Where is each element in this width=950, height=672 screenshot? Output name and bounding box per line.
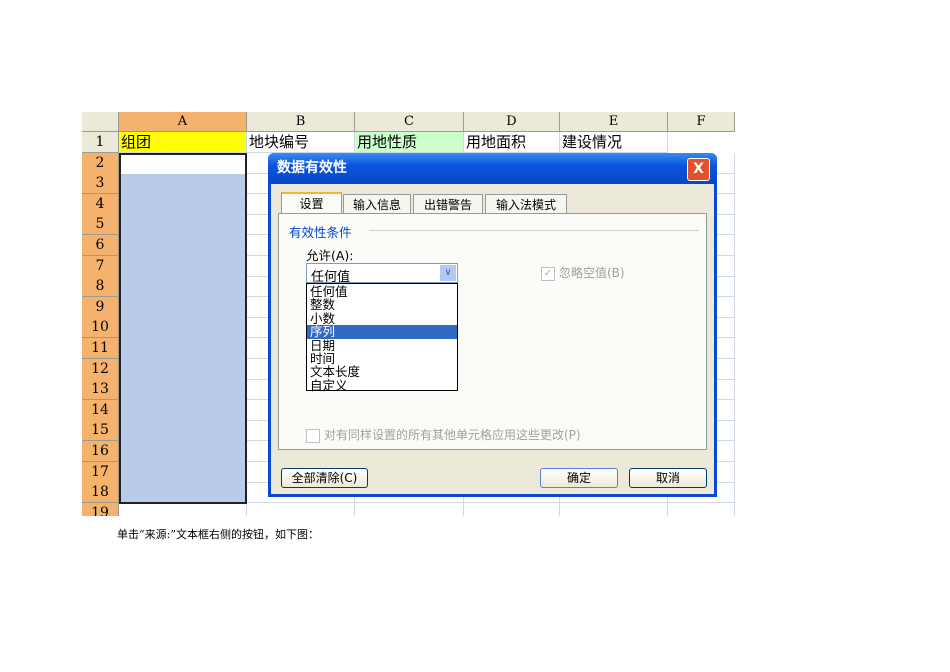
tab-settings[interactable]: 设置 bbox=[281, 192, 342, 215]
checkbox-box bbox=[306, 428, 320, 443]
row-header[interactable]: 16 bbox=[82, 441, 119, 462]
cell[interactable] bbox=[355, 502, 464, 516]
cell-a1[interactable]: 组团 bbox=[119, 132, 247, 153]
cell-c1[interactable]: 用地性质 bbox=[355, 132, 464, 153]
group-label: 有效性条件 bbox=[289, 225, 352, 240]
apply-all-label: 对有同样设置的所有其他单元格应用这些更改(P) bbox=[324, 428, 581, 442]
cell[interactable] bbox=[119, 502, 247, 516]
cell-d1[interactable]: 用地面积 bbox=[464, 132, 560, 153]
option-whole-number[interactable]: 整数 bbox=[307, 298, 457, 311]
row-header[interactable]: 17 bbox=[82, 461, 119, 483]
settings-panel: 有效性条件 允许(A): 任何值 ∨ 任何值 整数 小数 序列 日期 时间 文本… bbox=[278, 213, 707, 450]
option-custom[interactable]: 自定义 bbox=[307, 379, 457, 392]
row-header[interactable]: 1 bbox=[82, 132, 119, 153]
corner-select-all[interactable] bbox=[82, 112, 119, 132]
row-header[interactable]: 6 bbox=[82, 235, 119, 256]
col-header-a[interactable]: A bbox=[119, 112, 247, 132]
row-header[interactable]: 7 bbox=[82, 255, 119, 277]
tab-input-message[interactable]: 输入信息 bbox=[343, 194, 411, 214]
group-divider bbox=[369, 230, 699, 231]
cell-b1[interactable]: 地块编号 bbox=[247, 132, 355, 153]
ok-button[interactable]: 确定 bbox=[540, 468, 618, 488]
cell[interactable] bbox=[668, 502, 735, 516]
ignore-blank-label: 忽略空值(B) bbox=[559, 266, 625, 280]
row-header[interactable]: 9 bbox=[82, 296, 119, 318]
row-header[interactable]: 11 bbox=[82, 338, 119, 359]
option-list[interactable]: 序列 bbox=[307, 325, 457, 339]
tab-error-alert[interactable]: 出错警告 bbox=[413, 194, 483, 214]
caption-text: 单击“来源:”文本框右侧的按钮，如下图： bbox=[117, 528, 319, 541]
cell[interactable] bbox=[247, 502, 355, 516]
allow-select[interactable]: 任何值 ∨ bbox=[306, 263, 458, 285]
dialog-title: 数据有效性 bbox=[268, 153, 717, 184]
col-header-d[interactable]: D bbox=[464, 112, 560, 132]
allow-label: 允许(A): bbox=[306, 248, 354, 263]
option-decimal[interactable]: 小数 bbox=[307, 312, 457, 325]
row-header[interactable]: 10 bbox=[82, 317, 119, 339]
col-header-e[interactable]: E bbox=[560, 112, 668, 132]
row-header[interactable]: 18 bbox=[82, 482, 119, 504]
clear-all-button[interactable]: 全部清除(C) bbox=[281, 468, 368, 488]
close-icon[interactable]: X bbox=[687, 158, 710, 181]
row-header[interactable]: 15 bbox=[82, 420, 119, 442]
allow-dropdown-list: 任何值 整数 小数 序列 日期 时间 文本长度 自定义 bbox=[306, 283, 458, 392]
ignore-blank-checkbox[interactable]: ✓ 忽略空值(B) bbox=[541, 264, 625, 281]
row-header[interactable]: 13 bbox=[82, 379, 119, 401]
col-header-c[interactable]: C bbox=[355, 112, 464, 132]
col-header-f[interactable]: F bbox=[668, 112, 735, 132]
option-text-length[interactable]: 文本长度 bbox=[307, 365, 457, 378]
cell[interactable] bbox=[464, 502, 560, 516]
option-any-value[interactable]: 任何值 bbox=[307, 285, 457, 298]
apply-all-checkbox[interactable]: 对有同样设置的所有其他单元格应用这些更改(P) bbox=[306, 426, 581, 443]
cancel-button[interactable]: 取消 bbox=[629, 468, 707, 488]
cell[interactable] bbox=[560, 502, 668, 516]
check-icon: ✓ bbox=[541, 266, 555, 281]
tab-ime-mode[interactable]: 输入法模式 bbox=[485, 194, 567, 214]
row-header[interactable]: 5 bbox=[82, 214, 119, 236]
option-time[interactable]: 时间 bbox=[307, 352, 457, 365]
data-validation-dialog: 数据有效性 X 设置 输入信息 出错警告 输入法模式 有效性条件 允许(A): … bbox=[268, 153, 717, 497]
row-header[interactable]: 4 bbox=[82, 193, 119, 215]
row-header[interactable]: 12 bbox=[82, 358, 119, 380]
row-header[interactable]: 19 bbox=[82, 502, 119, 516]
row-header[interactable]: 3 bbox=[82, 173, 119, 195]
col-header-b[interactable]: B bbox=[247, 112, 355, 132]
row-header[interactable]: 14 bbox=[82, 399, 119, 421]
option-date[interactable]: 日期 bbox=[307, 338, 457, 352]
row-header[interactable]: 2 bbox=[82, 152, 119, 174]
selected-range-a2-a18[interactable] bbox=[119, 153, 247, 504]
chevron-down-icon[interactable]: ∨ bbox=[440, 265, 456, 281]
row-header[interactable]: 8 bbox=[82, 276, 119, 298]
cell-e1[interactable]: 建设情况 bbox=[560, 132, 668, 153]
